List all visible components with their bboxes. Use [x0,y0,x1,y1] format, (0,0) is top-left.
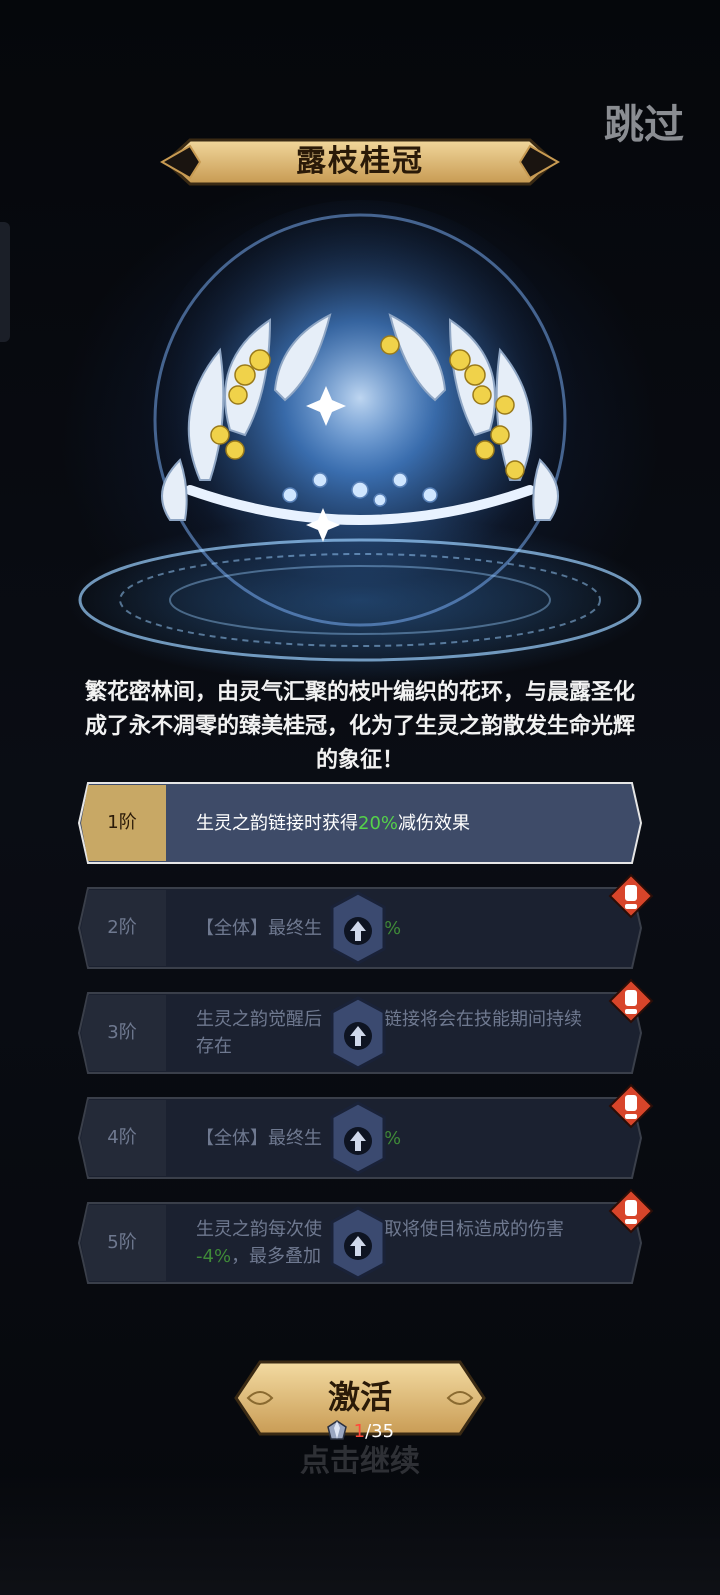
tier-3-row[interactable]: 3阶 生灵之韵觉醒后 命链接将会在技能期间持续 存在 [78,978,654,1074]
lock-icon [330,891,386,965]
tier-label: 2阶 [107,917,137,938]
tier-effect-text: 生灵之韵觉醒后 命链接将会在技能期间持续 存在 [196,992,626,1074]
lock-icon [330,996,386,1070]
tier-label: 4阶 [107,1127,137,1148]
item-description: 繁花密林间，由灵气汇聚的枝叶编织的花环，与晨露圣化 成了永不凋零的臻美桂冠，化为… [40,676,680,778]
alert-icon [608,978,654,1024]
tier-effect-text: 【全体】最终生% [196,1097,626,1179]
tier-label: 5阶 [107,1232,137,1253]
tier-4-row[interactable]: 4阶 【全体】最终生% [78,1083,654,1179]
effect-text: 命链接将会在技能期间持续 [366,1009,582,1030]
title-banner: 露枝桂冠 [160,134,560,190]
tier-5-row[interactable]: 5阶 生灵之韵每次使 命汲取将使目标造成的伤害 -4%，最多叠加 [78,1188,654,1284]
tap-to-continue[interactable]: 点击继续 [0,1436,720,1480]
activate-label: 激活 [327,1378,392,1416]
activate-cost: 1/35 [0,1420,720,1442]
effect-text: 减伤效果 [398,812,471,834]
alert-icon [608,873,654,919]
side-handle[interactable] [0,222,10,342]
description-line: 成了永不凋零的臻美桂冠，化为了生灵之韵散发生命光辉 [84,714,635,739]
lock-icon [330,1206,386,1280]
crystal-icon [327,1420,347,1440]
effect-text: 生灵之韵链接时获得 [196,812,358,834]
alert-icon [608,1083,654,1129]
effect-text: 生灵之韵每次使 [196,1219,322,1240]
tier-1-row[interactable]: 1阶 生灵之韵链接时获得 20% 减伤效果 [78,782,642,864]
effect-text: ，最多叠加 [231,1246,322,1267]
lock-icon [330,1101,386,1175]
effect-text: 【全体】最终生 [196,917,322,939]
tier-2-row[interactable]: 2阶 【全体】最终生% [78,873,654,969]
tier-effect-text: 生灵之韵链接时获得 20% 减伤效果 [196,782,626,864]
effect-text: 【全体】最终生 [196,1127,322,1149]
tier-effect-text: 生灵之韵每次使 命汲取将使目标造成的伤害 -4%，最多叠加 [196,1202,626,1284]
effect-text: 生灵之韵觉醒后 [196,1009,322,1030]
cost-current: 1 [353,1421,366,1442]
description-line: 繁花密林间，由灵气汇聚的枝叶编织的花环，与晨露圣化 [84,680,635,705]
description-line: 的象征！ [315,748,404,773]
tier-effect-text: 【全体】最终生% [196,887,626,969]
laurel-crown-artwork [60,190,660,670]
bottom-nav-shadow [0,1475,720,1595]
tier-label: 1阶 [107,812,137,833]
cost-total: /35 [365,1421,395,1442]
item-title: 露枝桂冠 [296,144,424,179]
effect-value: 20% [358,812,399,834]
effect-value: -4% [196,1246,232,1267]
alert-icon [608,1188,654,1234]
effect-text: 存在 [196,1036,232,1057]
tier-label: 3阶 [107,1022,137,1043]
skip-button[interactable]: 跳过 [604,92,684,150]
